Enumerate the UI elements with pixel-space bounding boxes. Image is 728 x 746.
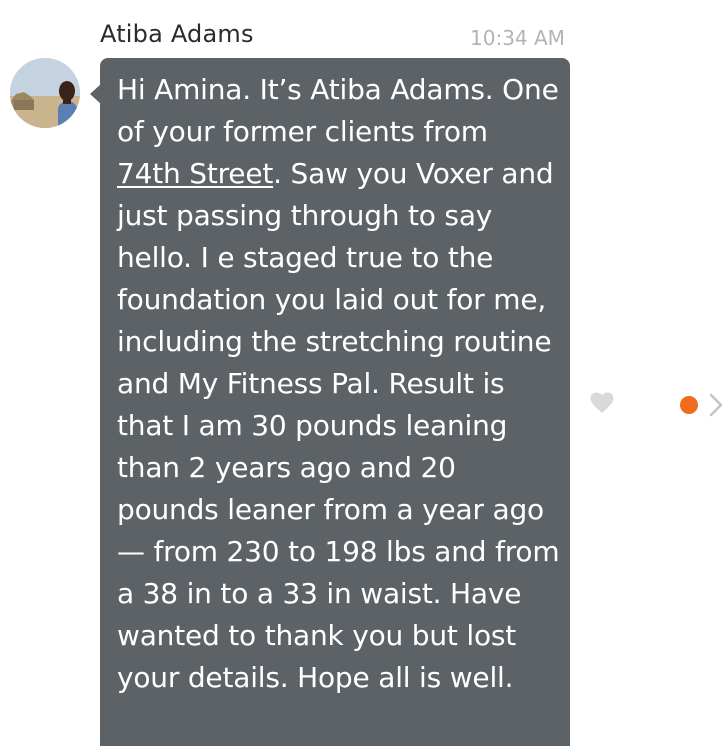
- chevron-right-icon[interactable]: [708, 392, 724, 418]
- sender-avatar[interactable]: [10, 58, 80, 128]
- avatar-photo: [10, 58, 80, 128]
- message-text-after-link: . Saw you Voxer and just passing through…: [117, 157, 560, 694]
- message-bubble[interactable]: Hi Amina. It’s Atiba Adams. One of your …: [100, 58, 570, 746]
- sender-name: Atiba Adams: [100, 20, 254, 48]
- message-screen: Atiba Adams 10:34 AM Hi Amina. It’s Atib…: [0, 0, 728, 746]
- heart-icon[interactable]: [590, 392, 614, 414]
- location-link[interactable]: 74th Street: [117, 157, 273, 190]
- unread-dot-icon: [680, 396, 698, 414]
- message-text: Hi Amina. It’s Atiba Adams. One of your …: [117, 69, 560, 699]
- message-text-before-link: Hi Amina. It’s Atiba Adams. One of your …: [117, 73, 559, 148]
- message-timestamp: 10:34 AM: [470, 26, 565, 50]
